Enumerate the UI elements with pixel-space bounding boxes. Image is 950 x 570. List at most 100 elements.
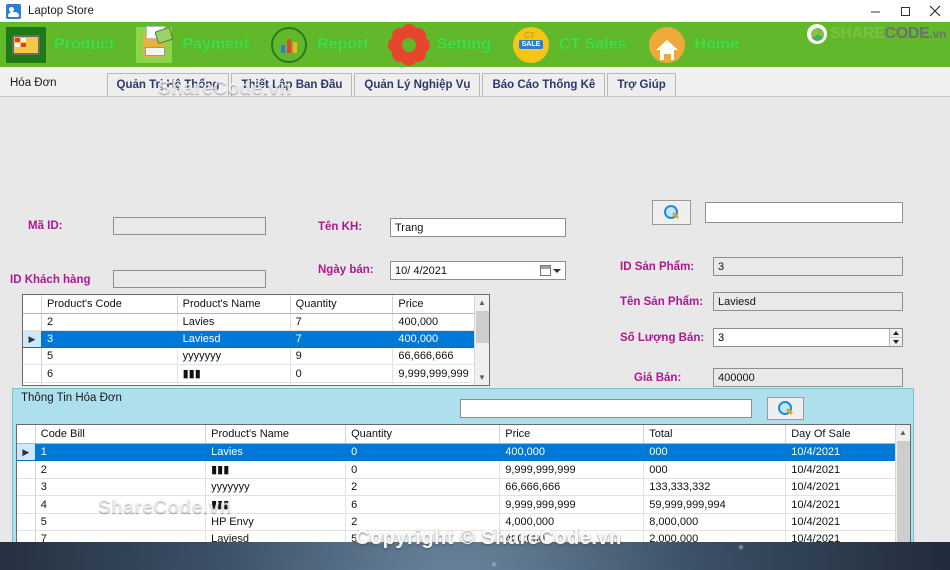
cell-quantity[interactable]: 2 — [345, 513, 501, 531]
nav-item-product[interactable]: Product — [0, 22, 128, 67]
product-grid-scrollbar[interactable]: ▲ ▼ — [474, 295, 489, 385]
maximize-icon[interactable] — [890, 0, 920, 22]
table-row[interactable]: 2 ▮▮▮ 0 9,999,999,999 000 10/4/2021 — [17, 460, 910, 479]
id-san-pham-input[interactable]: 3 — [713, 257, 903, 276]
cell-quantity[interactable]: 7 — [290, 330, 394, 348]
cell-code[interactable]: 6 — [41, 364, 178, 383]
scroll-down-icon[interactable]: ▼ — [475, 370, 489, 385]
stepper-down-button[interactable] — [890, 338, 902, 346]
invoice-col-price[interactable]: Price — [499, 425, 645, 444]
close-icon[interactable] — [920, 0, 950, 22]
cell-code-bill[interactable]: 4 — [35, 495, 207, 514]
cell-price[interactable]: 9,999,999,999 — [499, 495, 645, 514]
scrollbar-thumb[interactable] — [897, 441, 910, 542]
nav-item-setting[interactable]: Setting — [383, 22, 505, 67]
cell-name[interactable]: HP Envy — [177, 382, 291, 385]
tab-tro-giup[interactable]: Trợ Giúp — [607, 73, 676, 96]
nav-item-home[interactable]: Home — [641, 22, 753, 67]
scroll-up-icon[interactable]: ▲ — [475, 295, 489, 310]
cell-price[interactable]: 400,000 — [499, 443, 645, 461]
table-row[interactable]: 4 ▮▮▮ 6 9,999,999,999 59,999,999,994 10/… — [17, 495, 910, 514]
cell-quantity[interactable]: 0 — [345, 460, 501, 479]
stepper-buttons[interactable] — [889, 329, 902, 346]
cell-quantity[interactable]: 0 — [290, 364, 394, 383]
cell-quantity[interactable]: 7 — [290, 313, 394, 331]
cell-day-of-sale[interactable]: 10/4/2021 — [785, 530, 910, 542]
invoice-col-product-name[interactable]: Product's Name — [205, 425, 347, 444]
invoice-data-grid[interactable]: Code Bill Product's Name Quantity Price … — [16, 424, 911, 542]
table-row[interactable]: 3 yyyyyyy 2 66,666,666 133,333,332 10/4/… — [17, 478, 910, 496]
cell-price[interactable]: 66,666,666 — [499, 478, 645, 496]
cell-day-of-sale[interactable]: 10/4/2021 — [785, 495, 910, 514]
cell-day-of-sale[interactable]: 10/4/2021 — [785, 513, 910, 531]
product-col-quantity[interactable]: Quantity — [290, 295, 394, 314]
cell-code-bill[interactable]: 2 — [35, 460, 207, 479]
stepper-up-button[interactable] — [890, 329, 902, 338]
product-col-code[interactable]: Product's Code — [41, 295, 178, 314]
cell-code-bill[interactable]: 7 — [35, 530, 207, 542]
nav-item-ct-sales[interactable]: CT SALE CT Sales — [505, 22, 641, 67]
cell-total[interactable]: 59,999,999,994 — [643, 495, 787, 514]
product-search-input[interactable] — [705, 202, 903, 223]
product-data-grid[interactable]: Product's Code Product's Name Quantity P… — [22, 294, 490, 386]
invoice-col-quantity[interactable]: Quantity — [345, 425, 501, 444]
table-row[interactable]: ▶ 1 Lavies 0 400,000 000 10/4/2021 — [17, 443, 910, 461]
invoice-col-code-bill[interactable]: Code Bill — [35, 425, 207, 444]
cell-day-of-sale[interactable]: 10/4/2021 — [785, 460, 910, 479]
cell-price[interactable]: 4,000,000 — [499, 513, 645, 531]
nav-item-report[interactable]: Report — [263, 22, 383, 67]
invoice-grid-scrollbar[interactable]: ▲ ▼ — [895, 425, 910, 542]
invoice-search-input[interactable] — [460, 399, 752, 418]
ma-id-input[interactable] — [113, 217, 266, 235]
cell-name[interactable]: Lavies — [177, 313, 291, 331]
cell-product-name[interactable]: Laviesd — [205, 530, 347, 542]
tab-quan-ly-nghiep-vu[interactable]: Quản Lý Nghiệp Vụ — [354, 73, 481, 96]
cell-quantity[interactable]: 6 — [345, 495, 501, 514]
nav-item-payment[interactable]: Payment — [128, 22, 263, 67]
cell-price[interactable]: 400,000 — [499, 530, 645, 542]
tab-thiet-lap-ban-dau[interactable]: Thiết Lập Ban Đầu — [231, 73, 353, 96]
product-search-button[interactable] — [652, 200, 691, 225]
table-row[interactable]: 2 Lavies 7 400,000 — [23, 313, 489, 331]
table-row[interactable]: 5 yyyyyyy 9 66,666,666 — [23, 347, 489, 365]
invoice-col-total[interactable]: Total — [643, 425, 787, 444]
cell-code[interactable]: 3 — [41, 330, 178, 348]
invoice-col-day-of-sale[interactable]: Day Of Sale — [785, 425, 910, 444]
cell-day-of-sale[interactable]: 10/4/2021 — [785, 478, 910, 496]
cell-product-name[interactable]: ▮▮▮ — [205, 495, 347, 514]
ten-kh-input[interactable]: Trang — [390, 218, 566, 237]
cell-quantity[interactable]: 9 — [290, 347, 394, 365]
cell-total[interactable]: 000 — [643, 460, 787, 479]
minimize-icon[interactable] — [860, 0, 890, 22]
cell-code-bill[interactable]: 5 — [35, 513, 207, 531]
tab-quan-tri-he-thong[interactable]: Quản Trị Hệ Thống — [106, 73, 230, 96]
cell-code[interactable]: 5 — [41, 347, 178, 365]
gia-ban-input[interactable]: 400000 — [713, 368, 903, 387]
table-row[interactable]: ▶ 3 Laviesd 7 400,000 — [23, 330, 489, 348]
cell-quantity[interactable]: 0 — [345, 443, 501, 461]
so-luong-ban-stepper[interactable]: 3 — [713, 328, 903, 347]
product-col-name[interactable]: Product's Name — [177, 295, 291, 314]
cell-name[interactable]: yyyyyyy — [177, 347, 291, 365]
tab-bao-cao-thong-ke[interactable]: Báo Cáo Thống Kê — [482, 73, 606, 96]
cell-quantity[interactable]: 5 — [345, 530, 501, 542]
invoice-search-button[interactable] — [767, 397, 804, 420]
table-row[interactable]: 7 Laviesd 5 400,000 2,000,000 10/4/2021 — [17, 530, 910, 542]
cell-product-name[interactable]: ▮▮▮ — [205, 460, 347, 479]
cell-product-name[interactable]: yyyyyyy — [205, 478, 347, 496]
cell-code-bill[interactable]: 3 — [35, 478, 207, 496]
cell-total[interactable]: 8,000,000 — [643, 513, 787, 531]
cell-total[interactable]: 000 — [643, 443, 787, 461]
scroll-up-icon[interactable]: ▲ — [896, 425, 910, 440]
cell-product-name[interactable]: HP Envy — [205, 513, 347, 531]
scrollbar-thumb[interactable] — [476, 311, 489, 343]
cell-name[interactable]: Laviesd — [177, 330, 291, 348]
cell-total[interactable]: 2,000,000 — [643, 530, 787, 542]
ngay-ban-datepicker[interactable]: 10/ 4/2021 — [390, 261, 566, 280]
table-row[interactable]: 5 HP Envy 2 4,000,000 8,000,000 10/4/202… — [17, 513, 910, 531]
cell-name[interactable]: ▮▮▮ — [177, 364, 291, 383]
cell-code[interactable]: 2 — [41, 313, 178, 331]
id-khach-hang-input[interactable] — [113, 270, 266, 288]
ten-san-pham-input[interactable]: Laviesd — [713, 292, 903, 311]
cell-quantity[interactable]: 2 — [345, 478, 501, 496]
